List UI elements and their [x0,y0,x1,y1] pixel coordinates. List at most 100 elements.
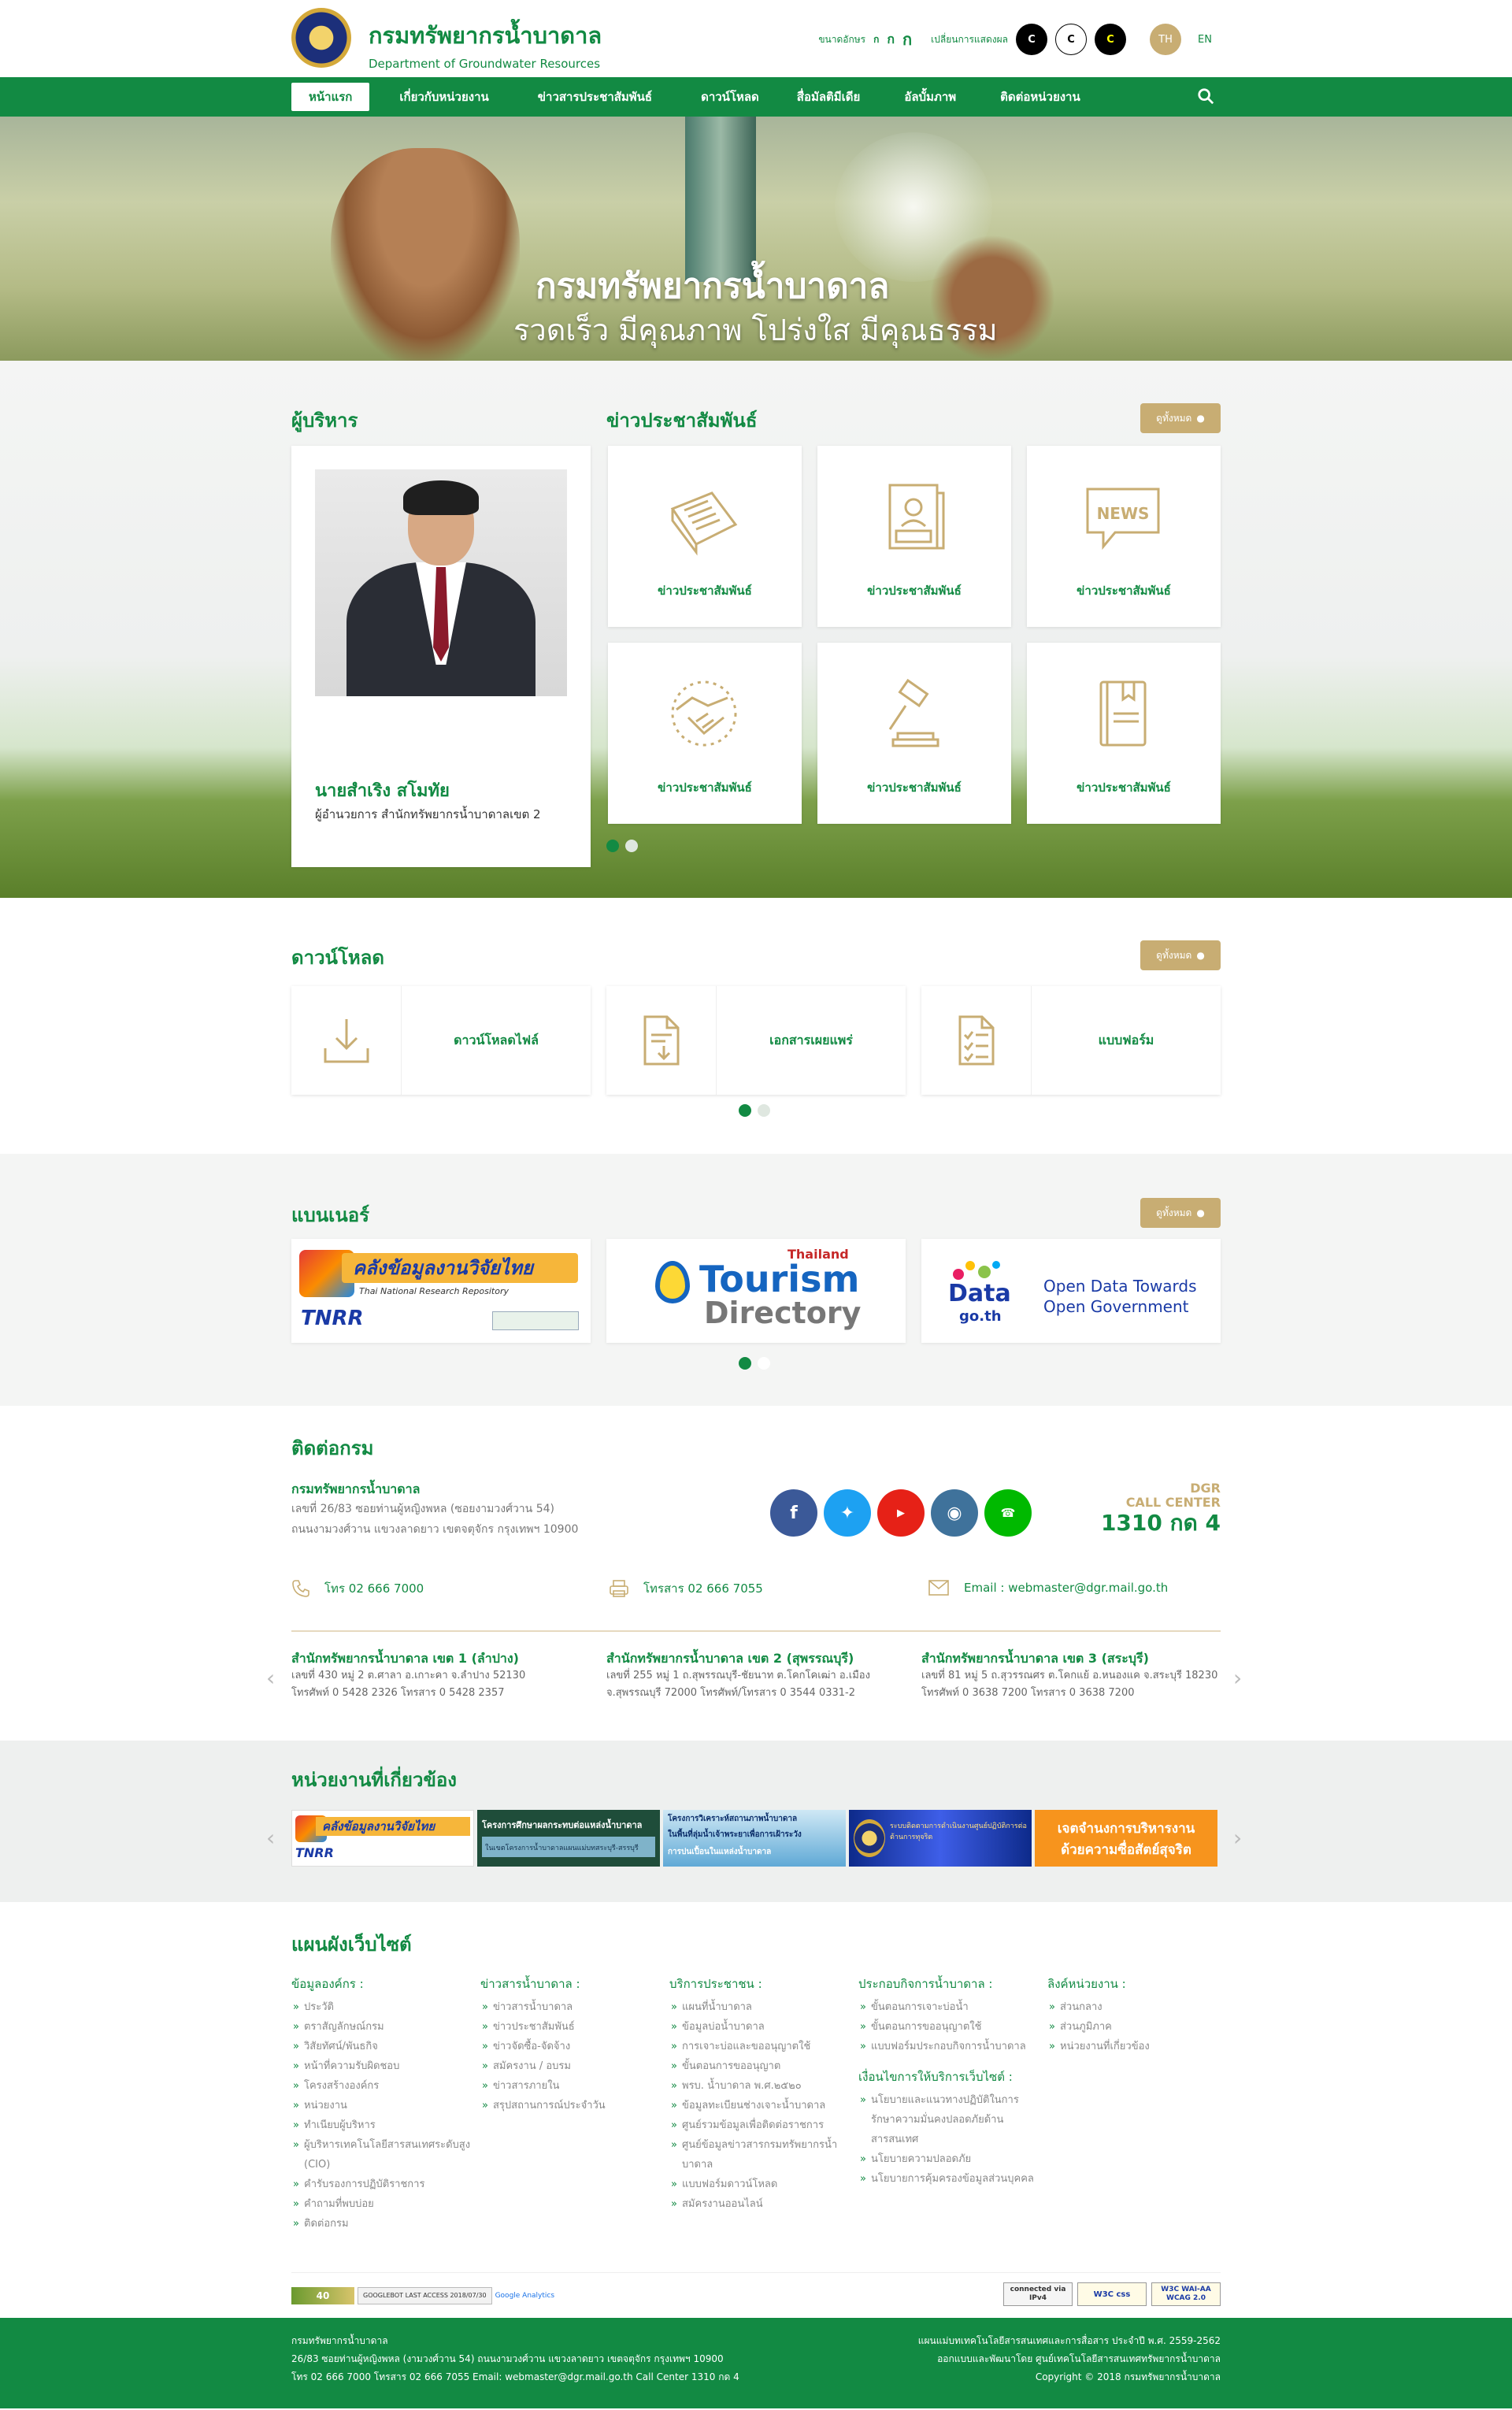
related-link-analysis[interactable]: โครงการวิเคราะห์สถานภาพน้ำบาดาล ในพื้นที… [663,1810,846,1867]
phone-info[interactable]: โทร 02 666 7000 [291,1579,424,1598]
executive-card[interactable]: นายสำเริง สโมทัย ผู้อำนวยการ สำนักทรัพยา… [291,446,591,867]
news-card[interactable]: ข่าวประชาสัมพันธ์ [608,643,802,824]
brand[interactable]: กรมทรัพยากรน้ำบาดาล Department of Ground… [369,17,602,71]
sitemap-link[interactable]: ศูนย์รวมข้อมูลเพื่อติดต่อราชการ [669,2115,850,2135]
sitemap-link[interactable]: ทำเนียบผู้บริหาร [291,2115,472,2135]
instagram-icon[interactable]: ◉ [931,1489,978,1537]
related-link-study[interactable]: โครงการศึกษาผลกระทบต่อแหล่งน้ำบาดาล ในเข… [477,1810,660,1867]
related-link-anticorruption[interactable]: ระบบติดตามการดำเนินงานศูนย์ปฏิบัติการต่อ… [849,1810,1032,1867]
sitemap-link[interactable]: พรบ. น้ำบาดาล พ.ศ.๒๕๒๐ [669,2076,850,2096]
w3c-css-badge[interactable]: W3C css [1077,2282,1147,2306]
sitemap-link[interactable]: ส่วนภูมิภาค [1047,2017,1228,2037]
sitemap-link[interactable]: ส่วนกลาง [1047,1997,1228,2017]
sitemap-link[interactable]: ติดต่อกรม [291,2214,472,2234]
carousel-dot[interactable] [758,1104,770,1117]
chevron-right-icon[interactable]: › [1233,1666,1246,1691]
sitemap-link[interactable]: สมัครงาน / อบรม [480,2056,662,2076]
sitemap-link[interactable]: ข่าวสารน้ำบาดาล [480,1997,662,2017]
sitemap-link[interactable]: ข้อมูลทะเบียนช่างเจาะน้ำบาดาล [669,2096,850,2115]
carousel-dot[interactable] [606,840,619,852]
news-card[interactable]: ข่าวประชาสัมพันธ์ [817,643,1011,824]
youtube-icon[interactable]: ▶ [877,1489,925,1537]
nav-item-album[interactable]: อัลบั้มภาพ [887,83,973,111]
facebook-icon[interactable]: f [770,1489,817,1537]
sitemap-link[interactable]: แผนที่น้ำบาดาล [669,1997,850,2017]
nav-item-about[interactable]: เกี่ยวกับหน่วยงาน [382,83,506,111]
sitemap-link[interactable]: ตราสัญลักษณ์กรม [291,2017,472,2037]
contrast-light[interactable]: C [1055,24,1087,55]
nav-item-home[interactable]: หน้าแรก [291,83,370,111]
banner-tnrr[interactable]: คลังข้อมูลงานวิจัยไทย Thai National Rese… [291,1239,591,1343]
sitemap-link[interactable]: แบบฟอร์มประกอบกิจการน้ำบาดาล [858,2037,1040,2056]
sitemap-link[interactable]: นโยบายการคุ้มครองข้อมูลส่วนบุคคล [858,2169,1040,2189]
chevron-right-icon[interactable]: › [1233,1826,1246,1851]
lang-th[interactable]: TH [1150,24,1181,55]
sitemap-link[interactable]: หน้าที่ความรับผิดชอบ [291,2056,472,2076]
sitemap-link[interactable]: ข้อมูลบ่อน้ำบาดาล [669,2017,850,2037]
branch-card[interactable]: สำนักทรัพยากรน้ำบาดาล เขต 1 (ลำปาง) เลขท… [291,1650,591,1702]
nav-item-contact[interactable]: ติดต่อหน่วยงาน [983,83,1098,111]
department-logo[interactable] [291,8,351,68]
chevron-left-icon[interactable]: ‹ [266,1826,279,1851]
chevron-left-icon[interactable]: ‹ [266,1666,279,1691]
sitemap-link[interactable]: แบบฟอร์มดาวน์โหลด [669,2175,850,2194]
news-card[interactable]: NEWS ข่าวประชาสัมพันธ์ [1027,446,1221,627]
sitemap-link[interactable]: สมัครงานออนไลน์ [669,2194,850,2214]
news-card[interactable]: ข่าวประชาสัมพันธ์ [817,446,1011,627]
contrast-dark[interactable]: C [1016,24,1047,55]
banner-open-data[interactable]: Data go.th Open Data Towards Open Govern… [921,1239,1221,1343]
search-icon[interactable] [1197,87,1214,105]
sitemap-link[interactable]: หน่วยงานที่เกี่ยวข้อง [1047,2037,1228,2056]
sitemap-link[interactable]: การเจาะบ่อและขออนุญาตใช้ [669,2037,850,2056]
sitemap-link[interactable]: โครงสร้างองค์กร [291,2076,472,2096]
sitemap-link[interactable]: ขั้นตอนการขออนุญาต [669,2056,850,2076]
nav-item-multimedia[interactable]: สื่อมัลติมีเดีย [780,83,878,111]
lang-en[interactable]: EN [1189,24,1221,55]
banner-tourism[interactable]: Thailand Tourism Directory [606,1239,906,1343]
fax-info[interactable]: โทรสาร 02 666 7055 [609,1579,763,1598]
wcag-badge[interactable]: W3C WAI-AA WCAG 2.0 [1151,2282,1221,2306]
branch-card[interactable]: สำนักทรัพยากรน้ำบาดาล เขต 2 (สุพรรณบุรี)… [606,1650,906,1702]
sitemap-link[interactable]: วิสัยทัศน์/พันธกิจ [291,2037,472,2056]
sitemap-link[interactable]: ผู้บริหารเทคโนโลยีสารสนเทศระดับสูง (CIO) [291,2135,472,2175]
sitemap-link[interactable]: ศูนย์ข้อมูลข่าวสารกรมทรัพยากรน้ำบาดาล [669,2135,850,2175]
analytics-badge[interactable]: Google Analytics [495,2292,554,2300]
twitter-icon[interactable]: ✦ [824,1489,871,1537]
counter-badge[interactable]: 40 [291,2287,354,2304]
contrast-yellow[interactable]: C [1095,24,1126,55]
carousel-dot[interactable] [625,840,638,852]
carousel-dot[interactable] [739,1357,751,1370]
sitemap-link[interactable]: คำถามที่พบบ่อย [291,2194,472,2214]
news-card[interactable]: ข่าวประชาสัมพันธ์ [608,446,802,627]
footer-masterplan[interactable]: แผนแม่บทเทคโนโลยีสารสนเทศและการสื่อสาร ป… [918,2332,1221,2350]
sitemap-link[interactable]: ข่าวจัดซื้อ-จัดจ้าง [480,2037,662,2056]
sitemap-link[interactable]: ข่าวประชาสัมพันธ์ [480,2017,662,2037]
line-icon[interactable]: ☎ [984,1489,1032,1537]
download-file-card[interactable]: ดาวน์โหลดไฟล์ [291,986,591,1095]
call-center[interactable]: DGR CALL CENTER 1310 กด 4 [1101,1481,1221,1537]
news-card[interactable]: ข่าวประชาสัมพันธ์ [1027,643,1221,824]
branch-card[interactable]: สำนักทรัพยากรน้ำบาดาล เขต 3 (สระบุรี) เล… [921,1650,1221,1702]
sitemap-link[interactable]: นโยบายความปลอดภัย [858,2149,1040,2169]
sitemap-link[interactable]: ประวัติ [291,1997,472,2017]
font-size-large[interactable]: ก [902,27,912,52]
font-size-medium[interactable]: ก [887,30,895,50]
sitemap-link[interactable]: นโยบายและแนวทางปฏิบัติในการรักษาความมั่น… [858,2090,1040,2149]
sitemap-link[interactable]: ขั้นตอนการเจาะบ่อน้ำ [858,1997,1040,2017]
carousel-dot[interactable] [758,1357,770,1370]
sitemap-link[interactable]: หน่วยงาน [291,2096,472,2115]
carousel-dot[interactable] [739,1104,751,1117]
nav-item-download[interactable]: ดาวน์โหลด [684,83,776,111]
sitemap-link[interactable]: สรุปสถานการณ์ประจำวัน [480,2096,662,2115]
font-size-small[interactable]: ก [873,32,879,47]
email-info[interactable]: Email : webmaster@dgr.mail.go.th [928,1579,1168,1596]
download-more-button[interactable]: ดูทั้งหมด ● [1140,940,1221,970]
banner-more-button[interactable]: ดูทั้งหมด ● [1140,1198,1221,1228]
related-link-tnrr[interactable]: คลังข้อมูลงานวิจัยไทย TNRR [291,1810,474,1867]
publication-card[interactable]: เอกสารเผยแพร่ [606,986,906,1095]
nav-item-news[interactable]: ข่าวสารประชาสัมพันธ์ [521,83,669,111]
sitemap-link[interactable]: คำรับรองการปฏิบัติราชการ [291,2175,472,2194]
ipv4-badge[interactable]: connected via IPv4 [1003,2282,1073,2306]
googlebot-badge[interactable]: GOOGLEBOT LAST ACCESS 2018/07/30 [358,2287,492,2304]
news-more-button[interactable]: ดูทั้งหมด ● [1140,403,1221,433]
